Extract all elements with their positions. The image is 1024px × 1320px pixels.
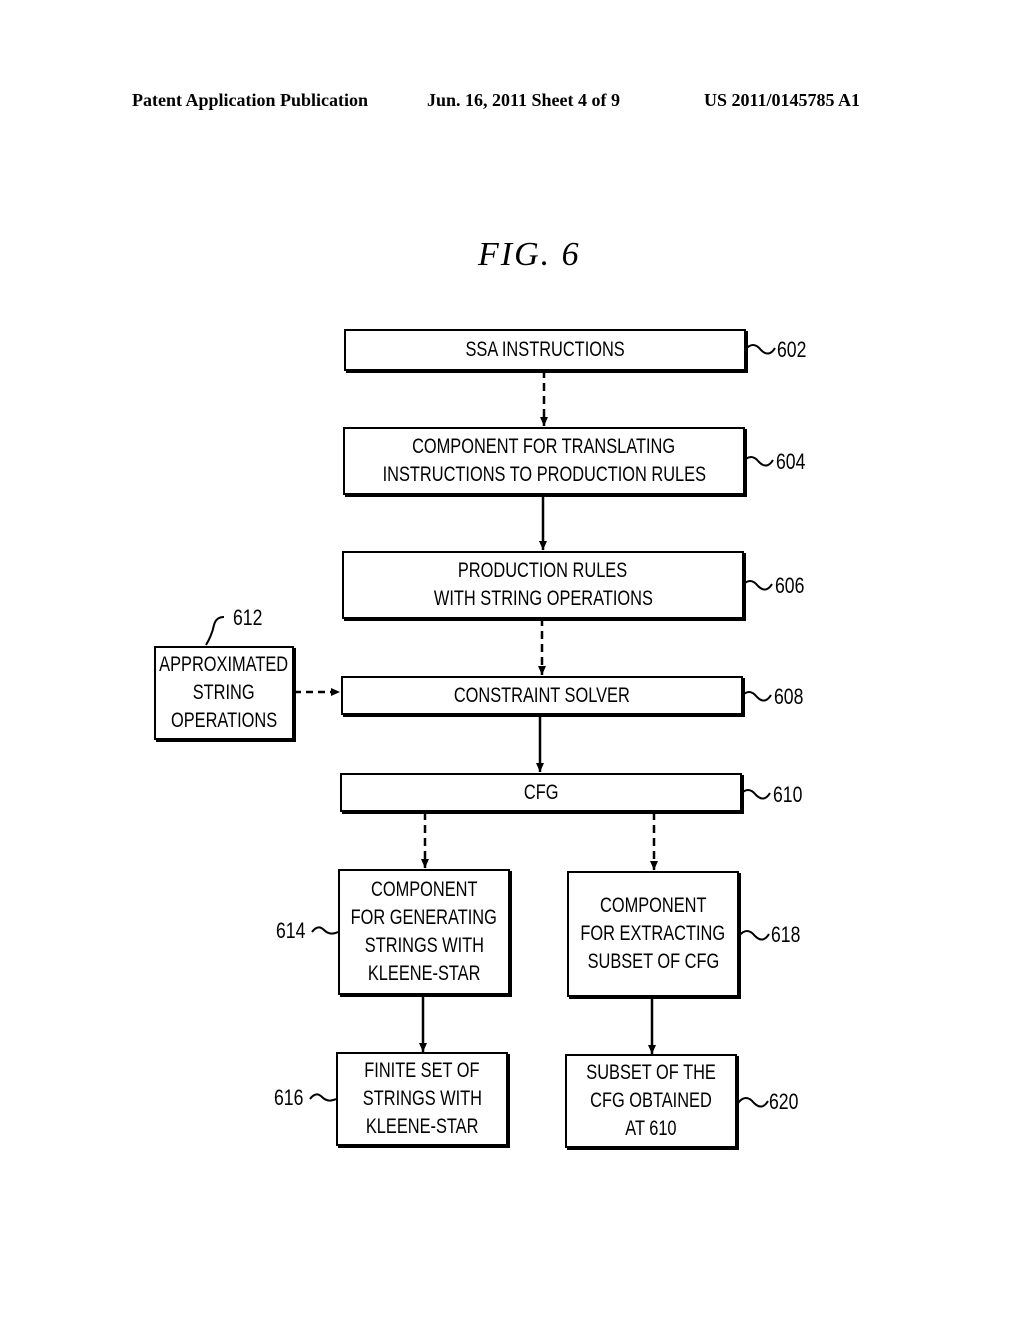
ref-608: 608 — [774, 684, 804, 709]
figure-title: FIG. 6 — [478, 236, 581, 273]
ref-610: 610 — [773, 782, 803, 807]
node-616-finite-set: FINITE SET OF STRINGS WITH KLEENE-STAR — [336, 1052, 508, 1146]
ref-604: 604 — [776, 449, 806, 474]
node-612-line: STRING — [193, 681, 255, 704]
node-612-approximated-string-operations: APPROXIMATED STRING OPERATIONS — [154, 646, 294, 740]
date-sheet: Jun. 16, 2011 Sheet 4 of 9 — [427, 90, 621, 110]
node-612-line: APPROXIMATED — [159, 653, 289, 676]
leader-608 — [740, 691, 772, 702]
node-618-line: COMPONENT — [599, 894, 707, 917]
node-608-line: CONSTRAINT SOLVER — [454, 683, 630, 707]
leader-620 — [737, 1097, 769, 1108]
node-618-extracting-component: COMPONENT FOR EXTRACTING SUBSET OF CFG — [567, 871, 739, 997]
node-606-line: WITH STRING OPERATIONS — [433, 587, 653, 610]
node-614-line: FOR GENERATING — [350, 906, 498, 929]
ref-618: 618 — [771, 922, 801, 947]
leader-612 — [205, 616, 225, 646]
node-606-production-rules: PRODUCTION RULES WITH STRING OPERATIONS — [342, 551, 744, 619]
node-614-line: KLEENE-STAR — [367, 962, 481, 985]
node-602-ssa-instructions: SSA INSTRUCTIONS — [344, 329, 746, 371]
ref-614: 614 — [276, 918, 306, 943]
node-614-line: STRINGS WITH — [364, 934, 484, 957]
node-604-line: COMPONENT FOR TRANSLATING — [412, 435, 676, 458]
node-618-line: SUBSET OF CFG — [587, 950, 719, 973]
node-614-line: COMPONENT — [370, 878, 478, 901]
node-614-generating-component: COMPONENT FOR GENERATING STRINGS WITH KL… — [338, 869, 510, 995]
publication-number: US 2011/0145785 A1 — [704, 90, 861, 110]
leader-616 — [309, 1093, 337, 1102]
leader-606 — [741, 580, 773, 591]
node-612-line: OPERATIONS — [170, 709, 278, 732]
leader-610 — [739, 789, 771, 800]
node-610-cfg: CFG — [340, 773, 742, 812]
leader-604 — [742, 456, 774, 467]
node-620-line: AT 610 — [625, 1117, 677, 1140]
node-616-line: STRINGS WITH — [362, 1087, 482, 1110]
ref-612: 612 — [233, 605, 263, 630]
ref-606: 606 — [775, 573, 805, 598]
node-608-constraint-solver: CONSTRAINT SOLVER — [341, 676, 743, 715]
leader-602 — [744, 344, 776, 355]
leader-614 — [311, 926, 339, 935]
publication-label: Patent Application Publication — [132, 90, 369, 110]
node-620-line: CFG OBTAINED — [590, 1089, 712, 1112]
node-616-line: KLEENE-STAR — [365, 1115, 479, 1138]
node-604-translating-component: COMPONENT FOR TRANSLATING INSTRUCTIONS T… — [343, 427, 745, 495]
leader-618 — [738, 930, 770, 941]
node-602-line: SSA INSTRUCTIONS — [465, 338, 625, 361]
node-616-line: FINITE SET OF — [364, 1059, 480, 1082]
ref-616: 616 — [274, 1085, 304, 1110]
node-620-line: SUBSET OF THE — [586, 1061, 716, 1084]
node-606-line: PRODUCTION RULES — [458, 559, 628, 582]
ref-620: 620 — [769, 1089, 799, 1114]
node-604-line: INSTRUCTIONS TO PRODUCTION RULES — [382, 463, 706, 486]
node-610-line: CFG — [523, 780, 559, 804]
node-620-cfg-subset: SUBSET OF THE CFG OBTAINED AT 610 — [565, 1054, 737, 1148]
node-618-line: FOR EXTRACTING — [580, 922, 726, 945]
ref-602: 602 — [777, 337, 807, 362]
